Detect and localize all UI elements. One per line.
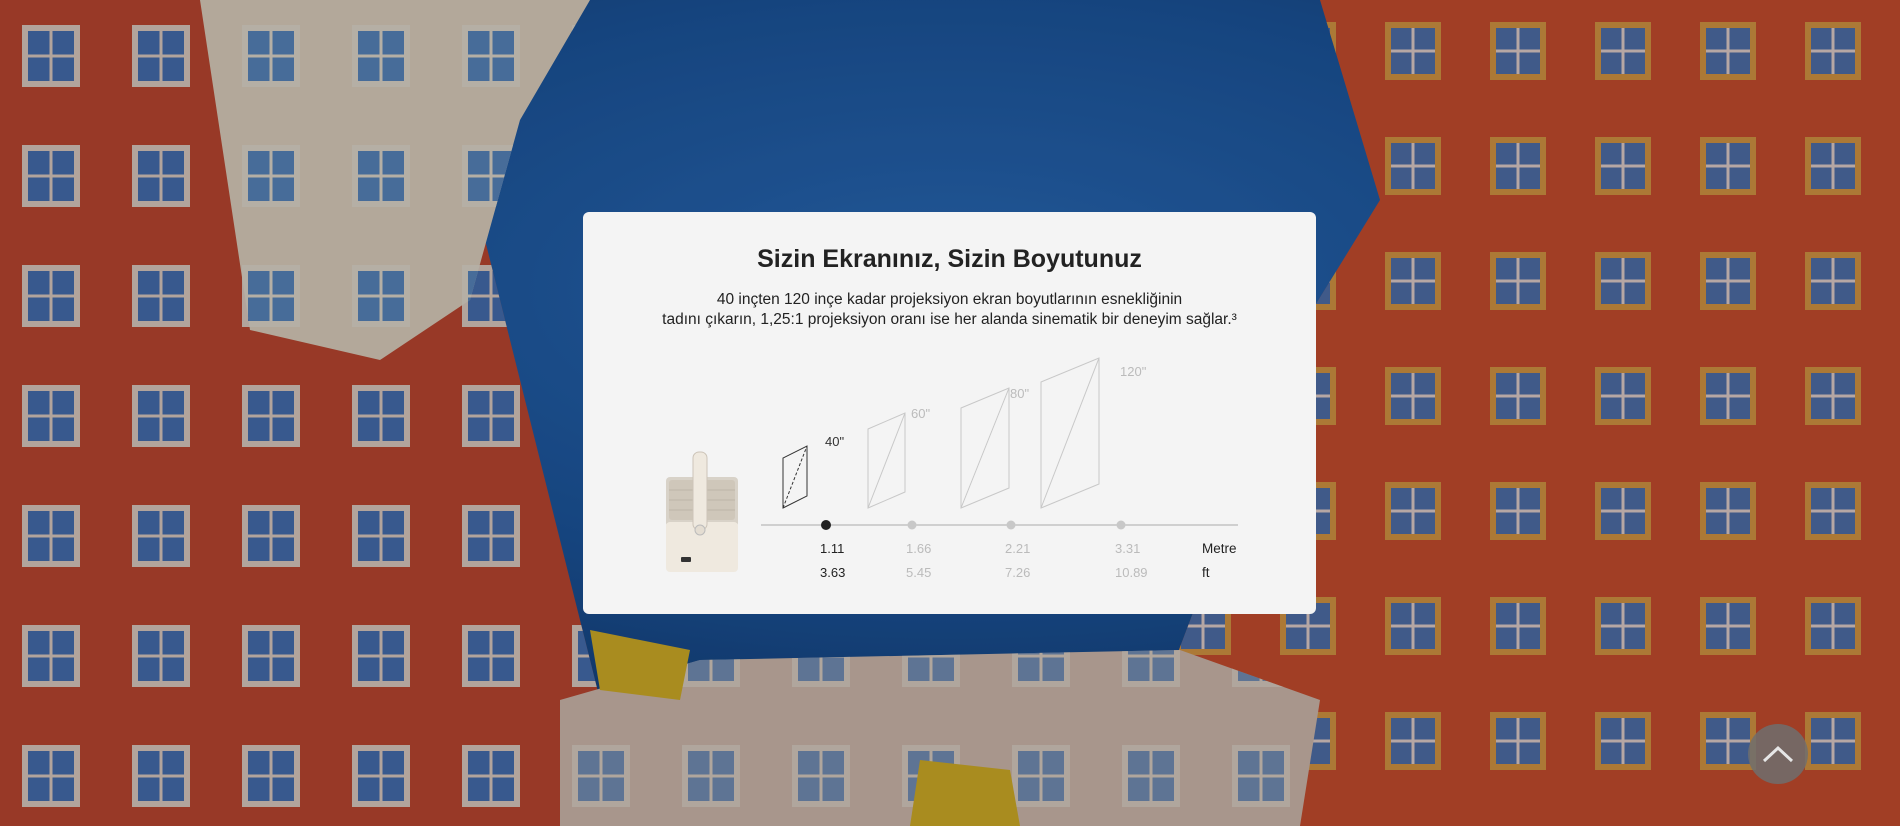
screen-diagonal-0 <box>782 445 808 509</box>
ft-value-40: 3.63 <box>820 565 846 580</box>
distance-dot-3[interactable] <box>1116 520 1126 530</box>
projector-illustration <box>666 451 738 572</box>
metre-value-60: 1.66 <box>906 541 932 556</box>
unit-metre: Metre <box>1202 541 1237 556</box>
ft-value-80: 7.26 <box>1005 565 1031 580</box>
ft-value-120: 10.89 <box>1115 565 1148 580</box>
size-label-60: 60" <box>911 406 931 421</box>
screen-diagonal-3 <box>1040 357 1100 509</box>
distance-dot-2[interactable] <box>1006 520 1016 530</box>
unit-ft: ft <box>1202 565 1210 580</box>
ft-value-60: 5.45 <box>906 565 932 580</box>
screen-diagonal-1 <box>867 412 906 509</box>
size-label-120: 120" <box>1120 364 1147 379</box>
metre-value-120: 3.31 <box>1115 541 1141 556</box>
size-label-80: 80" <box>1010 386 1030 401</box>
chevron-up-icon <box>1762 745 1794 763</box>
distance-dot-0[interactable] <box>821 520 831 530</box>
scroll-to-top-button[interactable] <box>1748 724 1808 784</box>
size-label-40: 40" <box>825 434 845 449</box>
screen-diagonal-2 <box>960 387 1010 509</box>
metre-value-80: 2.21 <box>1005 541 1031 556</box>
screen-size-card: Sizin Ekranınız, Sizin Boyutunuz 40 inçt… <box>583 212 1316 614</box>
metre-value-40: 1.11 <box>820 541 845 556</box>
distance-dot-1[interactable] <box>907 520 917 530</box>
projection-size-diagram: 40" 60" 80" 120" 1.11 1.66 2.21 3.31 Met… <box>583 212 1316 614</box>
